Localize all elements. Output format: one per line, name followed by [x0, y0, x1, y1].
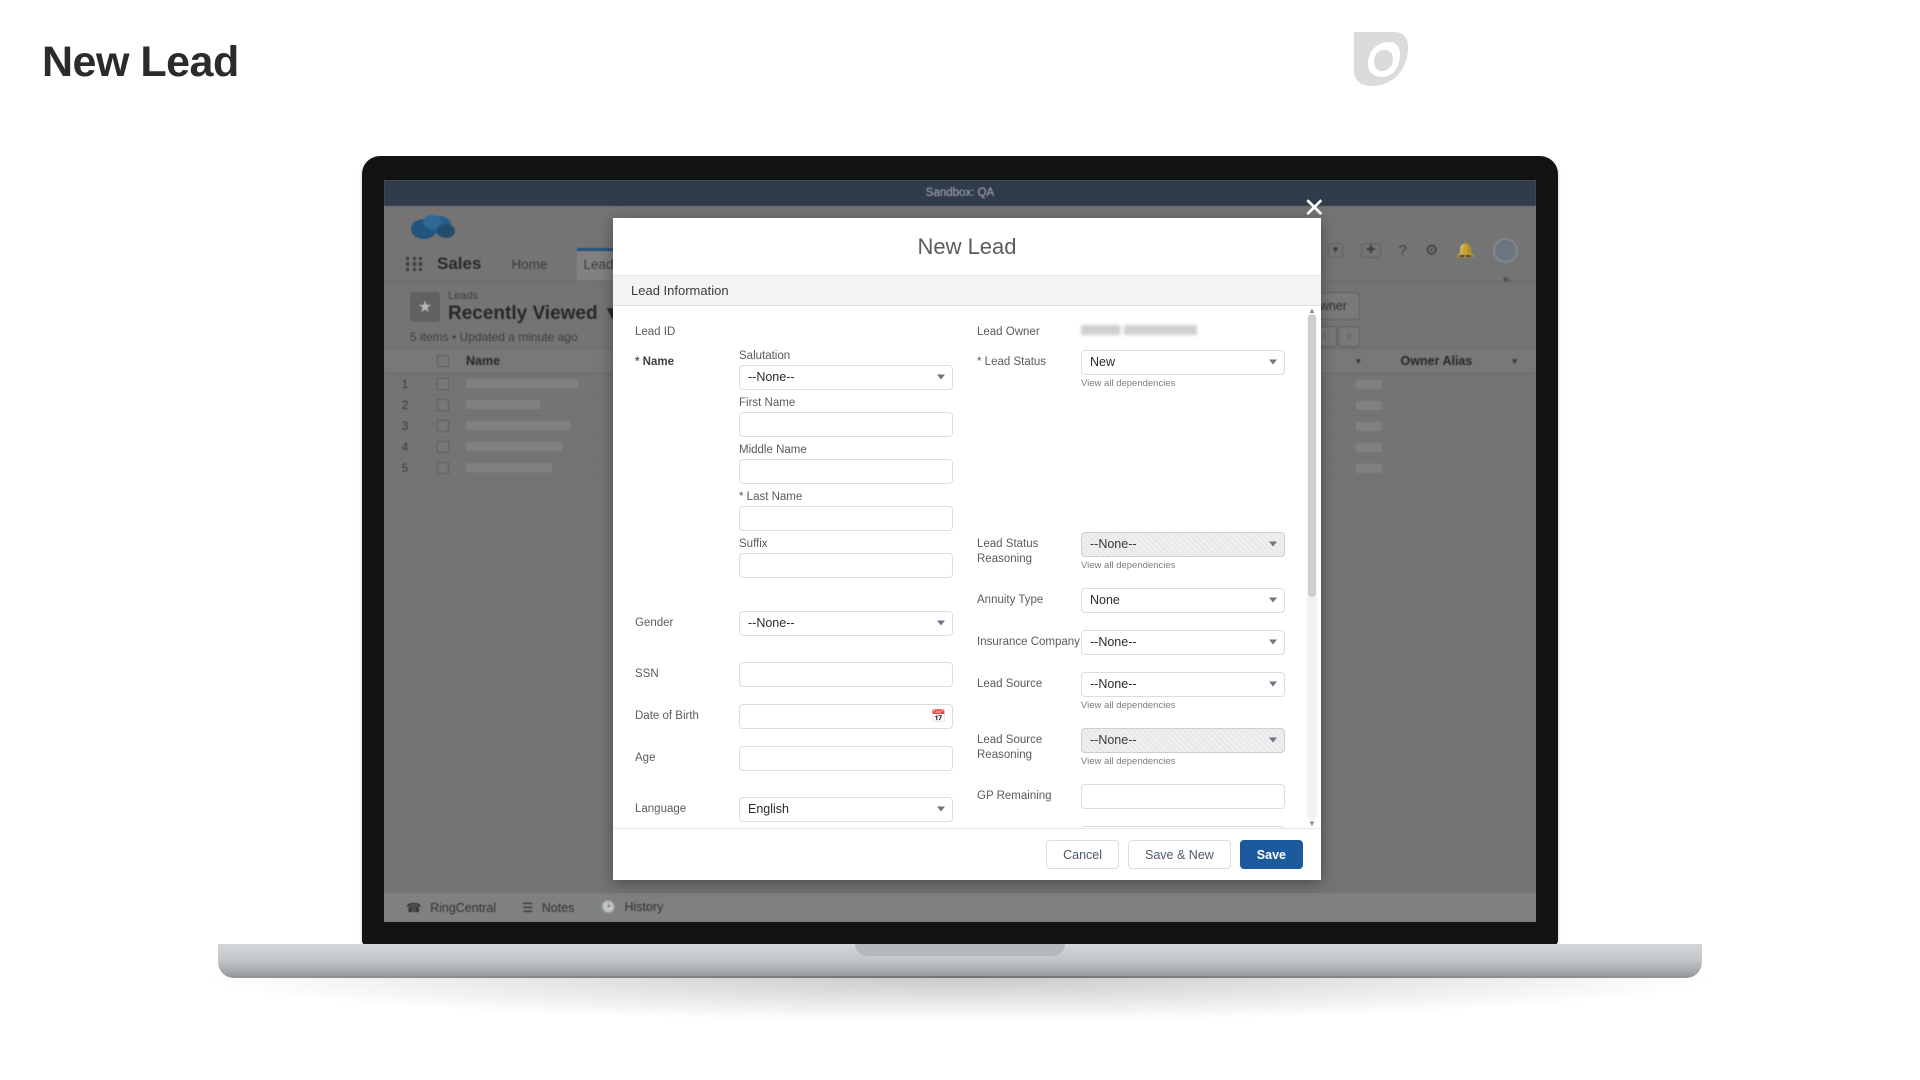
field-label: Lead ID — [635, 326, 676, 338]
subfield-first-name: First Name — [739, 397, 953, 437]
chevron-down-icon — [937, 620, 945, 626]
chevron-down-icon — [1269, 359, 1277, 365]
field-annuity-type: Annuity Type None — [977, 587, 1285, 613]
page-title: New Lead — [42, 38, 239, 86]
field-lead-status-reasoning: Lead Status Reasoning --None-- View all … — [977, 531, 1285, 571]
modal-title: New Lead — [917, 233, 1017, 259]
view-all-dependencies-link[interactable]: View all dependencies — [1081, 756, 1285, 767]
view-all-dependencies-link[interactable]: View all dependencies — [1081, 378, 1285, 389]
field-label: Date of Birth — [635, 709, 699, 722]
subfield-last-name: Last Name — [739, 491, 953, 531]
chevron-down-icon — [937, 374, 945, 380]
salutation-select[interactable]: --None-- — [739, 364, 953, 390]
chevron-down-icon — [1269, 597, 1277, 603]
last-name-input[interactable] — [739, 505, 953, 531]
annuity-type-select[interactable]: None — [1081, 587, 1285, 613]
field-label: Lead Owner — [977, 326, 1040, 338]
redacted-lead-owner-value — [1081, 325, 1197, 335]
field-label: First Name — [739, 396, 796, 409]
laptop-base — [218, 944, 1702, 978]
view-all-dependencies-link[interactable]: View all dependencies — [1081, 700, 1285, 711]
cancel-button[interactable]: Cancel — [1046, 840, 1120, 869]
chevron-down-icon — [1269, 639, 1277, 645]
field-label: Middle Name — [739, 443, 807, 456]
lead-status-select[interactable]: New — [1081, 349, 1285, 375]
field-label: Insurance Company — [977, 635, 1080, 648]
field-label: SSN — [635, 667, 659, 680]
chevron-down-icon — [1269, 737, 1277, 743]
subfield-suffix: Suffix — [739, 538, 953, 578]
field-label: Age — [635, 751, 656, 764]
scrollbar-thumb[interactable] — [1308, 314, 1316, 598]
insurance-company-select[interactable]: --None-- — [1081, 629, 1285, 655]
form-column-left: Lead ID Name Salutation --None-- — [635, 320, 967, 822]
lead-status-reasoning-select[interactable]: --None-- — [1081, 531, 1285, 557]
field-lead-status: Lead Status New View all dependencies — [977, 349, 1285, 389]
field-label: Lead Source — [977, 677, 1043, 690]
field-lead-source-reasoning: Lead Source Reasoning --None-- View all … — [977, 727, 1285, 767]
ssn-input[interactable] — [739, 661, 953, 687]
age-input[interactable] — [739, 745, 953, 771]
field-age: Age — [635, 745, 953, 771]
chevron-down-icon — [1269, 681, 1277, 687]
screenshot-root: New Lead Sandbox: QA Sales Home Leads ▾ … — [0, 0, 1920, 1080]
middle-name-input[interactable] — [739, 458, 953, 484]
field-name-group: Name Salutation --None-- First Name — [635, 350, 953, 585]
chevron-down-icon — [937, 806, 945, 812]
field-insurance-company: Insurance Company --None-- — [977, 629, 1285, 655]
field-ssn: SSN — [635, 661, 953, 687]
field-label: Lead Status — [977, 350, 1081, 389]
gender-select[interactable]: --None-- — [739, 610, 953, 636]
field-label: Last Name — [739, 491, 953, 503]
field-language: Language English — [635, 796, 953, 822]
field-label: Language — [635, 802, 687, 815]
section-header-lead-information: Lead Information — [613, 276, 1321, 306]
date-of-birth-input[interactable] — [739, 703, 953, 729]
modal-header: New Lead — [613, 218, 1321, 276]
save-and-new-button[interactable]: Save & New — [1128, 840, 1231, 869]
subfield-middle-name: Middle Name — [739, 444, 953, 484]
leaf-logo-icon — [1354, 32, 1408, 86]
field-label: GP Remaining — [977, 789, 1052, 802]
laptop-notch — [855, 944, 1065, 956]
field-lead-source: Lead Source --None-- View all dependenci… — [977, 671, 1285, 711]
lead-source-select[interactable]: --None-- — [1081, 671, 1285, 697]
chevron-down-icon — [1269, 541, 1277, 547]
laptop-shadow — [190, 976, 1730, 1022]
save-button[interactable]: Save — [1239, 840, 1303, 869]
subfield-salutation: Salutation --None-- — [739, 350, 953, 390]
field-label: Lead Status Reasoning — [977, 537, 1039, 566]
field-label: Suffix — [739, 537, 768, 550]
field-date-of-birth: Date of Birth 📅 — [635, 703, 953, 729]
field-label: Gender — [635, 616, 674, 629]
scroll-down-arrow[interactable]: ▼ — [1308, 819, 1316, 828]
language-select[interactable]: English — [739, 796, 953, 822]
view-all-dependencies-link[interactable]: View all dependencies — [1081, 560, 1285, 571]
field-lcp-remaining: LCP Remaining — [977, 825, 1285, 828]
modal-body[interactable]: Lead ID Name Salutation --None-- — [613, 306, 1321, 828]
field-lead-id: Lead ID — [635, 320, 953, 341]
lead-source-reasoning-select[interactable]: --None-- — [1081, 727, 1285, 753]
field-label: LCP Remaining — [977, 826, 1081, 828]
modal-scrollbar[interactable]: ▲ ▼ — [1307, 306, 1317, 828]
field-label: Name — [635, 350, 739, 585]
suffix-input[interactable] — [739, 552, 953, 578]
calendar-icon[interactable]: 📅 — [931, 709, 946, 723]
field-gender: Gender --None-- — [635, 610, 953, 636]
field-lead-owner: Lead Owner — [977, 320, 1285, 341]
form-column-right: Lead Owner Lead Status New View all depe… — [967, 320, 1299, 828]
field-label: Lead Source Reasoning — [977, 733, 1043, 762]
lcp-remaining-input[interactable] — [1081, 825, 1285, 828]
field-gp-remaining: GP Remaining — [977, 783, 1285, 809]
gp-remaining-input[interactable] — [1081, 783, 1285, 809]
first-name-input[interactable] — [739, 411, 953, 437]
field-label: Annuity Type — [977, 593, 1044, 606]
new-lead-modal: New Lead Lead Information Lead ID Name S… — [613, 218, 1321, 880]
modal-footer: Cancel Save & New Save — [613, 828, 1321, 880]
field-label: Salutation — [739, 349, 791, 362]
